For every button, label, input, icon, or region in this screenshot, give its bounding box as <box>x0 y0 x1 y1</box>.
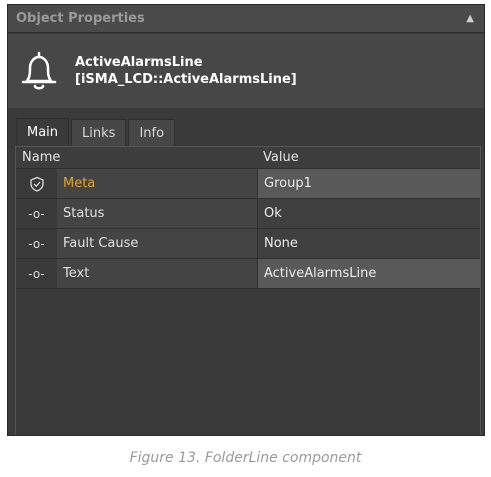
property-value: Ok <box>257 199 480 228</box>
component-header: ActiveAlarmsLine [iSMA_LCD::ActiveAlarms… <box>8 34 484 108</box>
slot-icon: -o- <box>28 206 45 221</box>
property-value-field[interactable]: ActiveAlarmsLine <box>257 259 480 288</box>
panel-title: Object Properties <box>16 11 145 26</box>
table-row[interactable]: Meta Group1 <box>16 169 480 199</box>
object-properties-panel: Object Properties ▲ ActiveAlarmsLine [iS… <box>7 4 485 436</box>
property-name: Fault Cause <box>57 229 257 258</box>
panel-titlebar: Object Properties ▲ <box>8 5 484 33</box>
component-type: [iSMA_LCD::ActiveAlarmsLine] <box>75 72 297 87</box>
property-name: Status <box>57 199 257 228</box>
property-name: Text <box>57 259 257 288</box>
figure-caption: Figure 13. FolderLine component <box>129 450 362 466</box>
bell-icon <box>21 51 57 90</box>
pin-icon[interactable]: ▲ <box>466 13 474 24</box>
table-row[interactable]: -o- Status Ok <box>16 199 480 229</box>
property-name: Meta <box>57 169 257 198</box>
table-row[interactable]: -o- Text ActiveAlarmsLine <box>16 259 480 289</box>
property-value: None <box>257 229 480 258</box>
table-header: Name Value <box>16 147 480 169</box>
property-value-field[interactable]: Group1 <box>257 169 480 198</box>
slot-icon: -o- <box>28 266 45 281</box>
value-column-header: Value <box>263 150 299 165</box>
tab-info[interactable]: Info <box>128 119 176 146</box>
slot-icon: -o- <box>28 236 45 251</box>
table-row[interactable]: -o- Fault Cause None <box>16 229 480 259</box>
tab-bar: Main Links Info <box>16 118 177 146</box>
properties-table: Name Value Meta Group1 -o- Status Ok -o-… <box>15 146 481 435</box>
tab-main[interactable]: Main <box>16 118 70 146</box>
tab-links[interactable]: Links <box>71 119 127 146</box>
component-name: ActiveAlarmsLine <box>75 55 203 70</box>
shield-icon <box>29 176 44 192</box>
name-column-header: Name <box>22 150 61 165</box>
